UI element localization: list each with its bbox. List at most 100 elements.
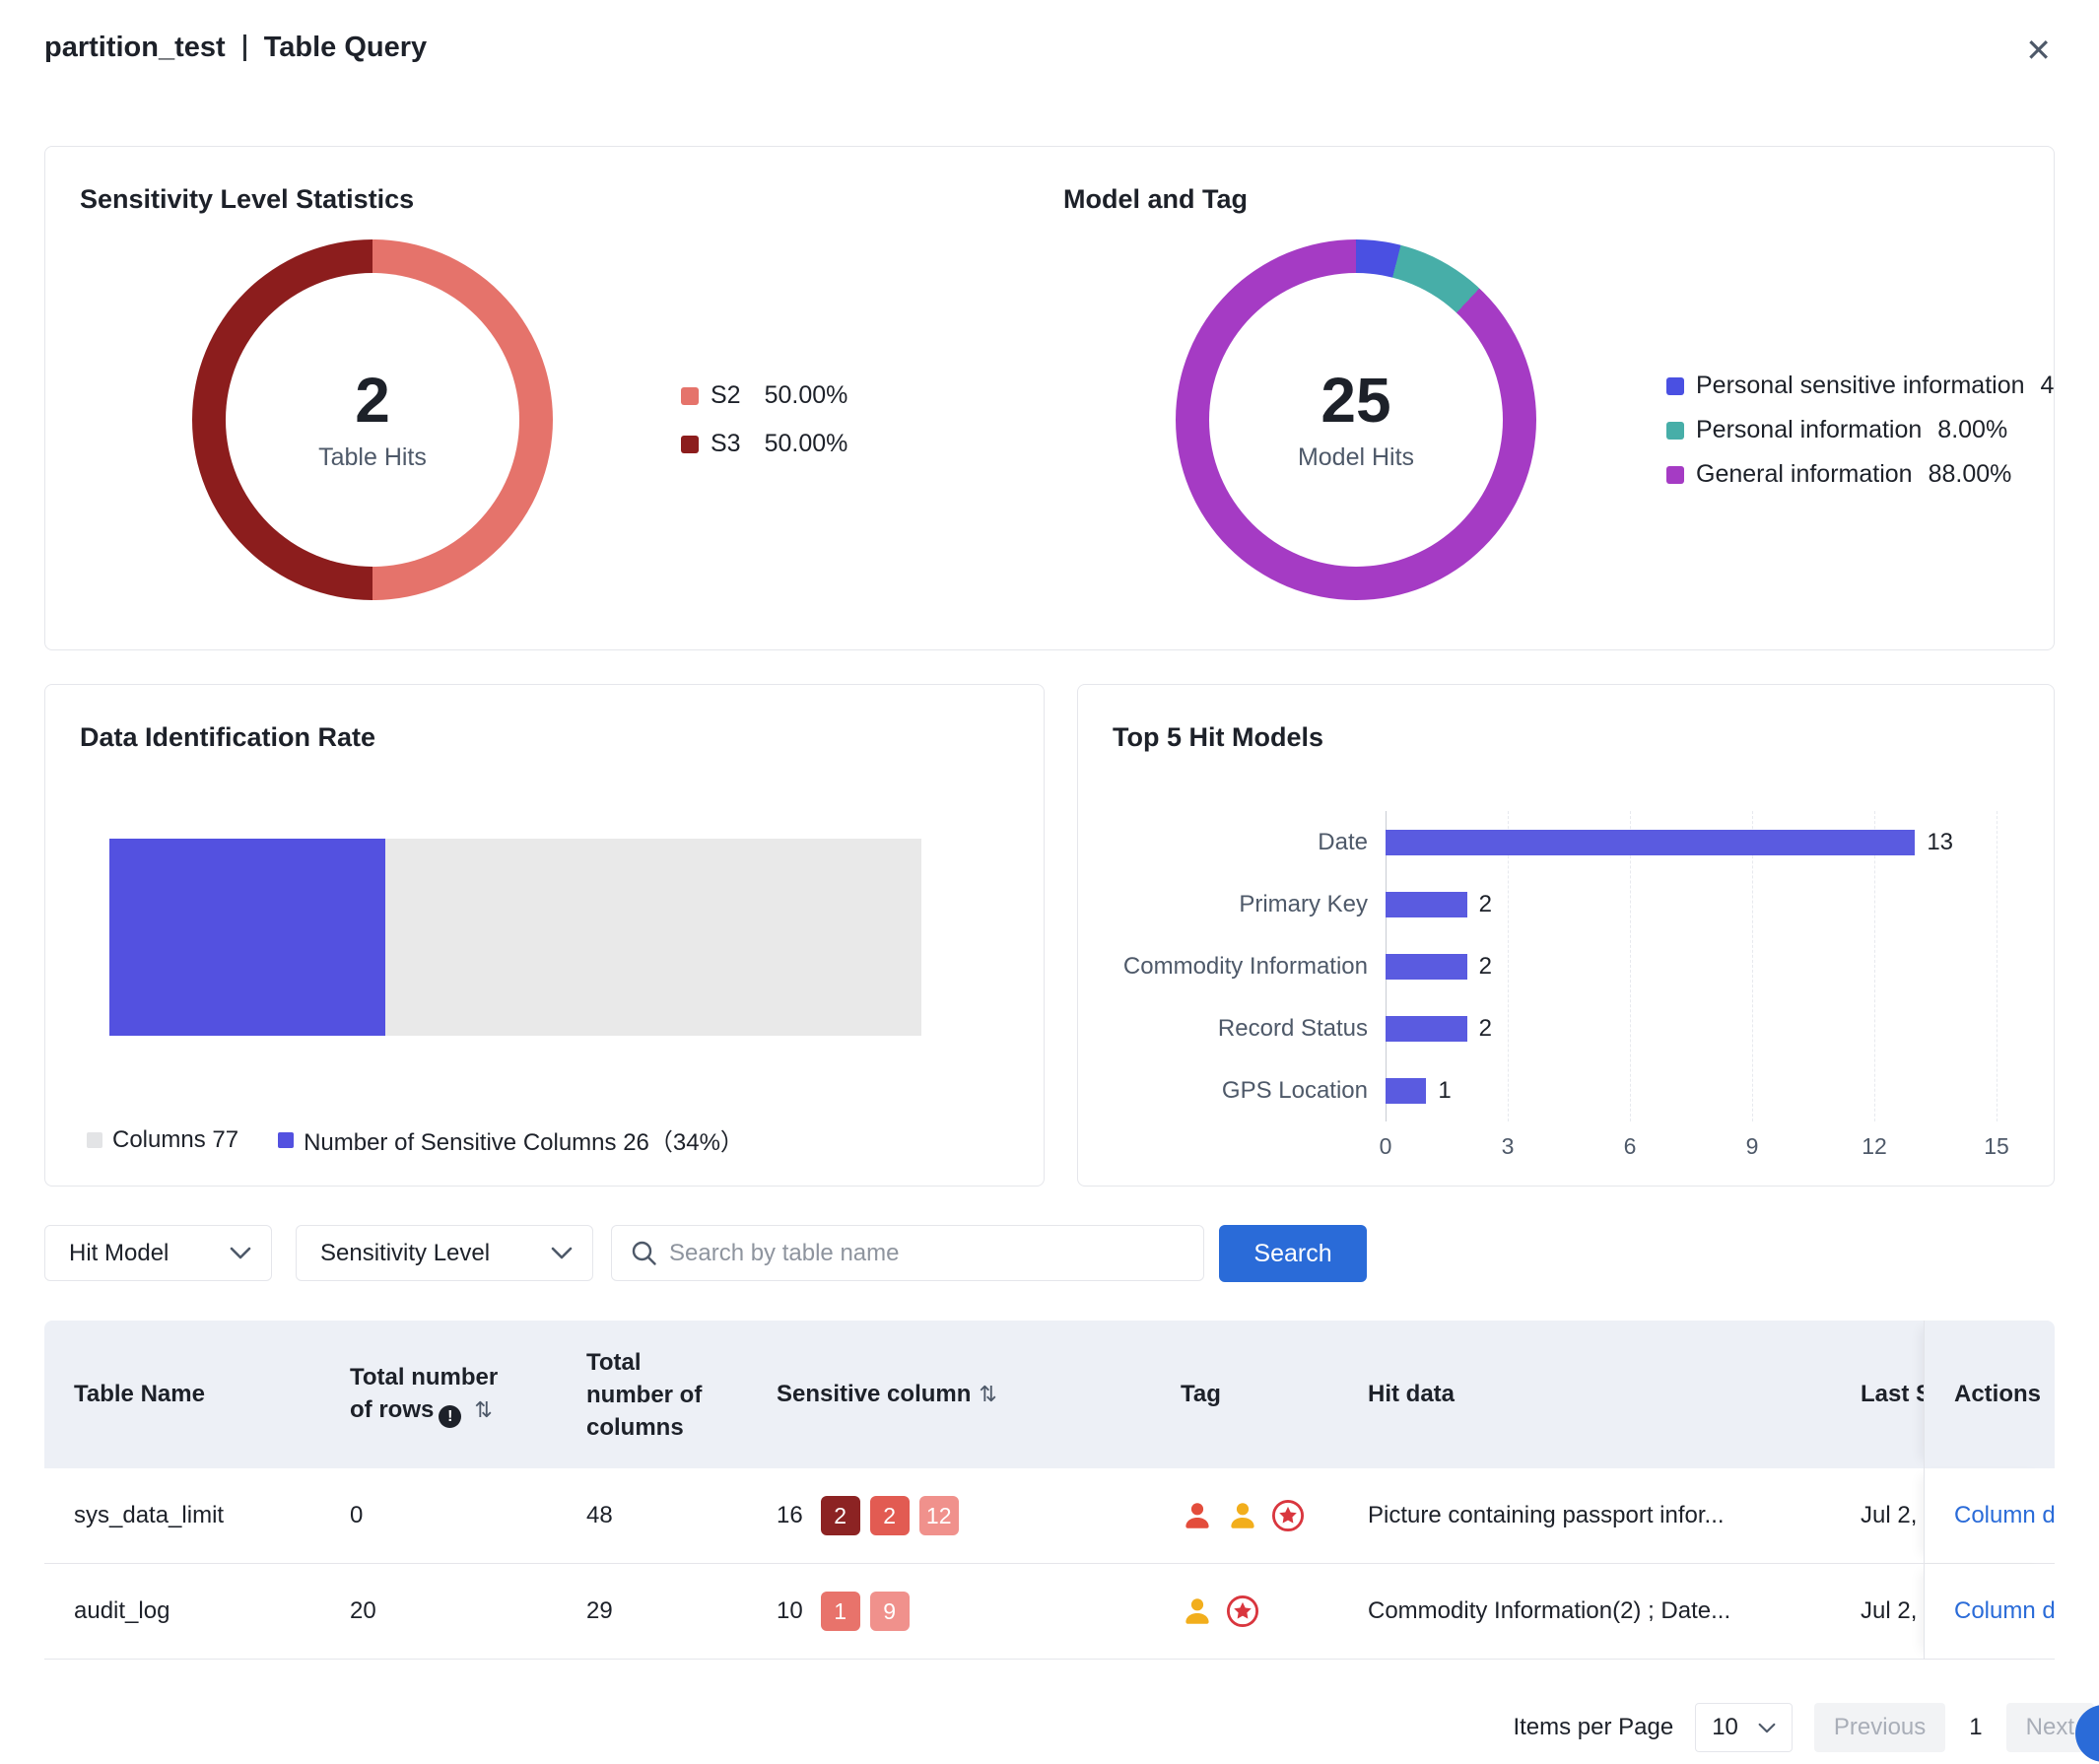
x-axis-tick-label: 6 xyxy=(1624,1133,1637,1160)
pagination: Items per Page 10 Previous 1 Next xyxy=(44,1703,2094,1752)
hit-model-select-label: Hit Model xyxy=(69,1240,169,1267)
title-divider xyxy=(243,34,246,61)
search-input[interactable] xyxy=(611,1225,1204,1281)
tables-list: Table Name Total number of rows!⇅ Total … xyxy=(44,1321,2055,1660)
legend-label: Number of Sensitive Columns 26（34%） xyxy=(304,1122,744,1157)
cell-table-name: sys_data_limit xyxy=(44,1468,320,1563)
legend-label: Columns 77 xyxy=(112,1126,238,1154)
model-tag-legend: Personal sensitive information4.00%Perso… xyxy=(1666,372,2055,489)
cell-total-columns: 29 xyxy=(557,1564,747,1659)
cell-sensitive-column: 10 19 xyxy=(747,1564,1151,1659)
legend-value: 8.00% xyxy=(1937,416,2007,444)
close-icon[interactable]: ✕ xyxy=(2019,34,2058,67)
legend-item: Personal information 8.00% xyxy=(1666,416,2055,444)
cell-sensitive-column: 162212 xyxy=(747,1468,1151,1563)
model-tag-chart-title: Model and Tag xyxy=(1063,184,1248,215)
legend-swatch xyxy=(87,1132,102,1148)
sensitivity-level-badge: 2 xyxy=(821,1496,860,1535)
table-hits-label: Table Hits xyxy=(318,443,427,472)
identification-rate-title: Data Identification Rate xyxy=(80,722,375,753)
x-axis-tick-label: 15 xyxy=(1984,1133,2009,1160)
identification-rate-card: Data Identification Rate Columns 77 Numbe… xyxy=(44,684,1045,1187)
cell-tag xyxy=(1151,1468,1338,1563)
table-row: audit_log20291019Commodity Information(2… xyxy=(44,1564,2055,1660)
bar xyxy=(1386,1078,1426,1104)
legend-item: Columns 77 xyxy=(87,1122,238,1157)
page-size-select[interactable]: 10 xyxy=(1695,1703,1793,1752)
bar-category-label: Date xyxy=(1108,829,1386,856)
tag-person-icon xyxy=(1181,1499,1214,1532)
identification-rate-fill xyxy=(109,839,385,1036)
top-hit-models-chart: Date13Primary Key2Commodity Information2… xyxy=(1108,811,2014,1121)
header-last-scan: Last S xyxy=(1831,1321,1924,1468)
bar-row: Record Status2 xyxy=(1108,997,2014,1059)
x-axis-tick-label: 0 xyxy=(1380,1133,1392,1160)
header-total-columns: Total number of columns xyxy=(557,1321,747,1468)
page-subtitle: Table Query xyxy=(264,32,427,64)
identification-rate-bar xyxy=(109,839,921,1036)
sensitivity-donut-chart: 2 Table Hits xyxy=(192,239,553,600)
bar-value-label: 2 xyxy=(1479,891,1492,918)
legend-swatch xyxy=(1666,466,1684,484)
sensitivity-legend: S250.00% S350.00% xyxy=(681,381,847,458)
top-hit-models-title: Top 5 Hit Models xyxy=(1113,722,1323,753)
items-per-page-label: Items per Page xyxy=(1513,1714,1673,1741)
cell-total-rows: 20 xyxy=(320,1564,557,1659)
legend-item: S350.00% xyxy=(681,430,847,458)
bar xyxy=(1386,954,1467,980)
header-table-name: Table Name xyxy=(44,1321,320,1468)
legend-swatch xyxy=(278,1132,294,1148)
cell-last-scan: Jul 2, xyxy=(1831,1468,1924,1563)
cell-actions: Column det xyxy=(1924,1468,2055,1563)
bar-value-label: 1 xyxy=(1438,1077,1451,1105)
bar-value-label: 2 xyxy=(1479,1015,1492,1043)
donut-center: 25 Model Hits xyxy=(1209,273,1503,567)
search-button[interactable]: Search xyxy=(1219,1225,1367,1282)
table-row: sys_data_limit048162212Picture containin… xyxy=(44,1468,2055,1564)
donut-center: 2 Table Hits xyxy=(226,273,519,567)
chevron-down-icon xyxy=(1758,1723,1776,1733)
column-details-link[interactable]: Column det xyxy=(1954,1597,2055,1625)
x-axis-tick-label: 12 xyxy=(1862,1133,1887,1160)
table-search xyxy=(611,1225,1204,1281)
identification-rate-legend: Columns 77 Number of Sensitive Columns 26… xyxy=(87,1122,744,1157)
header-sensitive-column: Sensitive column⇅ xyxy=(747,1321,1151,1468)
header-total-rows: Total number of rows!⇅ xyxy=(320,1321,557,1468)
chevron-down-icon xyxy=(230,1247,251,1259)
cell-total-columns: 48 xyxy=(557,1468,747,1563)
tag-star-icon xyxy=(1271,1499,1305,1532)
hit-model-select[interactable]: Hit Model xyxy=(44,1225,272,1281)
legend-label: Personal information xyxy=(1696,416,1922,444)
cell-hit-data: Commodity Information(2) ; Date... xyxy=(1338,1564,1831,1659)
page-title: partition_test xyxy=(44,32,226,64)
sensitivity-level-badge: 9 xyxy=(870,1592,910,1631)
top-hit-models-card: Top 5 Hit Models Date13Primary Key2Commo… xyxy=(1077,684,2055,1187)
bar-category-label: Commodity Information xyxy=(1108,953,1386,981)
sensitive-count: 10 xyxy=(777,1597,803,1625)
x-axis-tick-label: 3 xyxy=(1502,1133,1515,1160)
legend-swatch xyxy=(1666,377,1684,395)
sensitivity-level-badge: 1 xyxy=(821,1592,860,1631)
legend-label: S3 xyxy=(711,430,741,458)
previous-page-button[interactable]: Previous xyxy=(1814,1703,1945,1752)
legend-label: S2 xyxy=(711,381,741,410)
cell-actions: Column det xyxy=(1924,1564,2055,1659)
cell-last-scan: Jul 2, xyxy=(1831,1564,1924,1659)
legend-item: S250.00% xyxy=(681,381,847,410)
sensitivity-chart-title: Sensitivity Level Statistics xyxy=(80,184,414,215)
header-hit-data: Hit data xyxy=(1338,1321,1831,1468)
legend-label: Personal sensitive information xyxy=(1696,372,2025,400)
table-header-row: Table Name Total number of rows!⇅ Total … xyxy=(44,1321,2055,1468)
sort-icon[interactable]: ⇅ xyxy=(979,1383,996,1407)
tag-person-icon xyxy=(1181,1594,1214,1628)
column-details-link[interactable]: Column det xyxy=(1954,1502,2055,1529)
legend-label: General information xyxy=(1696,460,1913,489)
sensitivity-level-select[interactable]: Sensitivity Level xyxy=(296,1225,593,1281)
sensitive-count: 16 xyxy=(777,1502,803,1529)
info-icon[interactable]: ! xyxy=(439,1405,461,1428)
cell-tag xyxy=(1151,1564,1338,1659)
bar-category-label: GPS Location xyxy=(1108,1077,1386,1105)
cell-hit-data: Picture containing passport infor... xyxy=(1338,1468,1831,1563)
page-size-value: 10 xyxy=(1712,1714,1738,1741)
sort-icon[interactable]: ⇅ xyxy=(474,1398,492,1423)
